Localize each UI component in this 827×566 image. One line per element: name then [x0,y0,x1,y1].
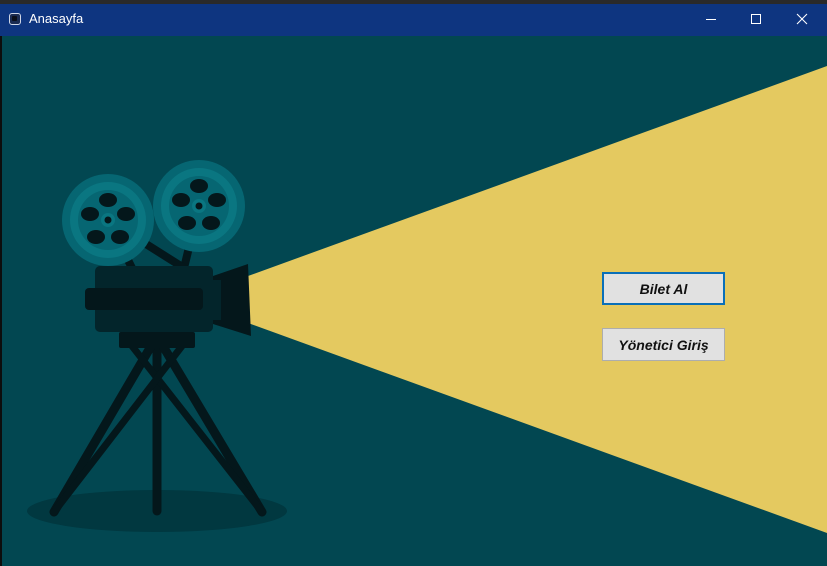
main-content: Bilet Al Yönetici Giriş [2,36,827,566]
app-icon [9,13,21,25]
app-window: Anasayfa Bilet Al Yönetici Giriş [0,0,827,566]
close-icon [796,13,808,25]
projector-body [85,264,251,336]
minimize-icon [706,19,716,20]
buy-ticket-button[interactable]: Bilet Al [602,272,725,305]
projector-light-beam [248,66,827,533]
film-reel-left-icon [62,174,154,266]
title-bar[interactable]: Anasayfa [0,4,827,36]
window-title: Anasayfa [29,11,84,26]
close-button[interactable] [779,4,825,34]
tripod [49,331,267,517]
tripod-head [119,332,195,348]
admin-login-button[interactable]: Yönetici Giriş [602,328,725,361]
minimize-button[interactable] [688,4,734,34]
maximize-button[interactable] [733,4,779,34]
film-reel-right-icon [153,160,245,252]
maximize-icon [751,14,761,24]
